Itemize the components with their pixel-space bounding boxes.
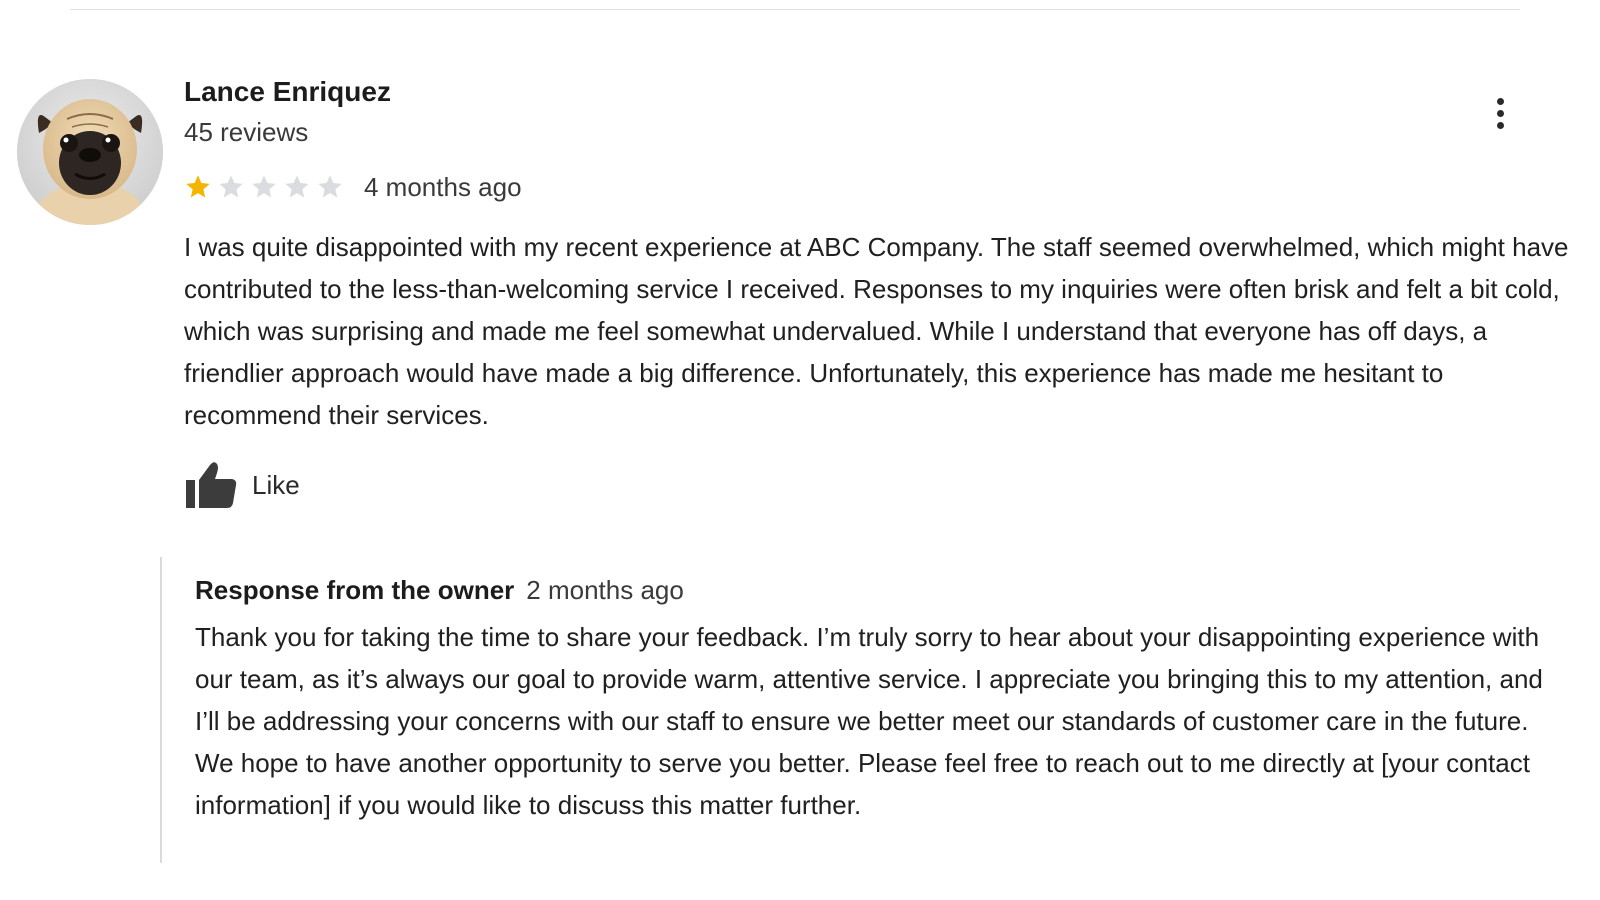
star-empty-icon: [252, 175, 276, 198]
review-text: I was quite disappointed with my recent …: [184, 232, 1569, 430]
owner-response-title: Response from the owner: [195, 575, 515, 605]
rating-row: 4 months ago: [184, 169, 522, 205]
owner-response-time: 2 months ago: [526, 575, 684, 605]
more-vertical-icon-dot: [1496, 109, 1504, 117]
star-filled-icon: [186, 175, 210, 198]
like-label: Like: [252, 469, 300, 500]
more-vertical-icon-dot: [1496, 121, 1504, 129]
review-time: 4 months ago: [364, 171, 522, 202]
review-count[interactable]: 45 reviews: [184, 117, 308, 148]
reviewer-name[interactable]: Lance Enriquez: [184, 76, 391, 108]
top-divider: [70, 9, 1520, 10]
star-empty-icon: [219, 175, 243, 198]
reviewer-avatar[interactable]: [17, 79, 163, 225]
star-empty-icon: [285, 175, 309, 198]
thumbs-up-icon: [186, 462, 237, 508]
owner-response: Response from the owner 2 months ago Tha…: [160, 557, 1582, 863]
owner-response-header: Response from the owner 2 months ago: [195, 575, 684, 606]
pug-avatar-image: [17, 79, 163, 225]
owner-response-text: Thank you for taking the time to share y…: [195, 622, 1543, 820]
more-vertical-icon-dot: [1496, 97, 1504, 105]
more-options-button[interactable]: [1486, 90, 1514, 136]
star-rating: [184, 173, 344, 201]
star-empty-icon: [318, 175, 342, 198]
like-button[interactable]: Like: [184, 460, 300, 510]
